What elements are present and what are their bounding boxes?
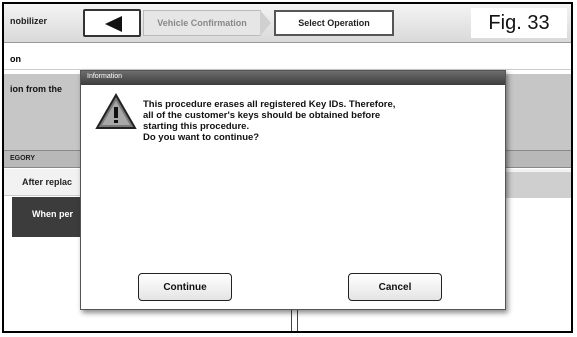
breadcrumb-arrow-icon bbox=[260, 10, 271, 36]
background-row-label: on bbox=[4, 54, 571, 70]
warning-icon bbox=[95, 93, 137, 129]
breadcrumb-vehicle-confirmation[interactable]: Vehicle Confirmation bbox=[143, 10, 261, 36]
dialog-titlebar: Information bbox=[81, 71, 505, 85]
app-title: nobilizer bbox=[10, 16, 48, 26]
dialog-message: This procedure erases all registered Key… bbox=[143, 99, 493, 143]
dialog-message-line: starting this procedure. bbox=[143, 121, 250, 132]
dialog-message-line: all of the customer's keys should be obt… bbox=[143, 110, 381, 121]
back-button[interactable] bbox=[83, 9, 141, 37]
screen-frame: nobilizer Vehicle Confirmation Select Op… bbox=[2, 2, 573, 333]
description-text: ion from the bbox=[10, 84, 62, 94]
category-header-label: EGORY bbox=[10, 155, 36, 162]
figure-label: Fig. 33 bbox=[471, 8, 567, 38]
cancel-button[interactable]: Cancel bbox=[348, 273, 442, 301]
continue-button[interactable]: Continue bbox=[138, 273, 232, 301]
list-item-label: After replac bbox=[22, 177, 73, 187]
list-item-label: When per bbox=[32, 209, 74, 219]
information-dialog: Information This procedure erases all re… bbox=[80, 70, 506, 310]
left-triangle-icon bbox=[105, 16, 122, 32]
breadcrumb-select-operation[interactable]: Select Operation bbox=[274, 10, 394, 36]
dialog-title: Information bbox=[87, 73, 123, 80]
dialog-message-line: This procedure erases all registered Key… bbox=[143, 99, 396, 110]
dialog-message-line: Do you want to continue? bbox=[143, 132, 260, 143]
